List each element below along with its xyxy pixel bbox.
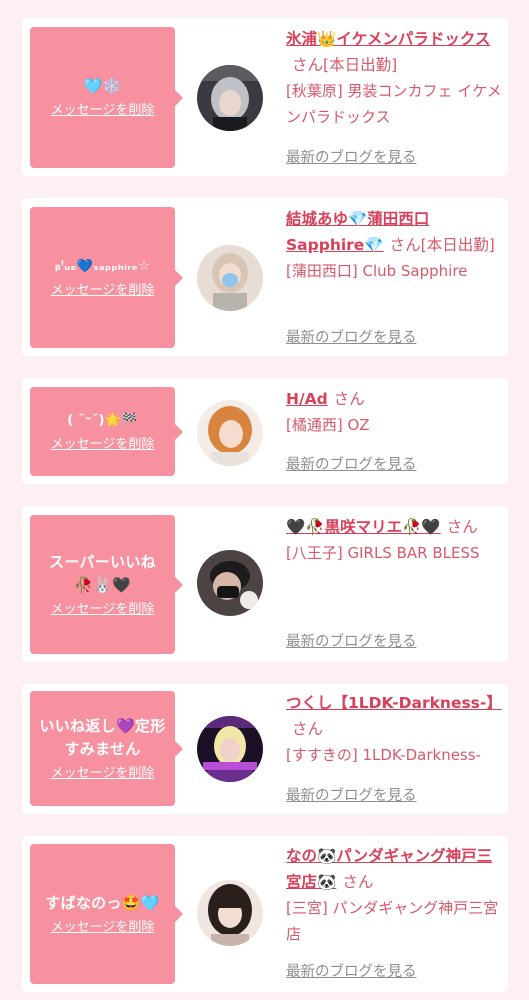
- cast-name-link[interactable]: つくし【1LDK-Darkness-】: [286, 694, 502, 712]
- avatar-silver-hair-icon: [197, 65, 263, 131]
- message-list: 🩵❄️ メッセージを削除 氷浦👑イケメンパラドックスさん[本日出勤] [秋葉原]…: [0, 0, 529, 1000]
- user-avatar[interactable]: [197, 880, 263, 946]
- honorific: さん: [342, 873, 374, 891]
- user-avatar[interactable]: [197, 65, 263, 131]
- shop-info: つくし【1LDK-Darkness-】さん [すすきの] 1LDK-Darkne…: [286, 690, 502, 768]
- honorific: さん: [292, 56, 324, 74]
- message-text: スーパーいいね🥀🐰🖤: [49, 552, 156, 594]
- honorific: さん: [446, 518, 478, 536]
- message-card: 🩵❄️ メッセージを削除 氷浦👑イケメンパラドックスさん[本日出勤] [秋葉原]…: [22, 18, 508, 176]
- latest-blog-link[interactable]: 最新のブログを見る: [286, 630, 417, 651]
- latest-blog-link[interactable]: 最新のブログを見る: [286, 960, 417, 981]
- honorific: さん: [333, 390, 365, 408]
- avatar-black-mask-icon: [197, 550, 263, 616]
- message-card: すばなのっ🤩🩵 メッセージを削除 なの🐼パンダギャング神戸三宮店🐼 さん [三宮]…: [22, 836, 508, 992]
- cast-name-link[interactable]: 氷浦👑イケメンパラドックス: [286, 30, 490, 48]
- latest-blog-link[interactable]: 最新のブログを見る: [286, 784, 417, 805]
- message-text: 🩵❄️: [83, 77, 122, 95]
- message-bubble: ( ˘ᵕ˘)🌟🏁 メッセージを削除: [30, 387, 183, 476]
- avatar-neon-icon: [197, 716, 263, 782]
- delete-message-link[interactable]: メッセージを削除: [51, 436, 155, 454]
- message-card: スーパーいいね🥀🐰🖤 メッセージを削除 🖤🥀黒咲マリエ🥀🖤 さん [八王子] GI…: [22, 506, 508, 662]
- latest-blog-link[interactable]: 最新のブログを見る: [286, 146, 417, 167]
- user-avatar[interactable]: [197, 245, 263, 311]
- avatar-blue-mask-icon: [197, 245, 263, 311]
- cast-name-link[interactable]: 🖤🥀黒咲マリエ🥀🖤: [286, 518, 441, 536]
- honorific: さん: [389, 236, 421, 254]
- shop-info: 🖤🥀黒咲マリエ🥀🖤 さん [八王子] GIRLS BAR BLESS: [286, 514, 502, 566]
- message-bubble: 🩵❄️ メッセージを削除: [30, 27, 183, 168]
- cast-name-link[interactable]: H/Ad: [286, 390, 328, 408]
- shop-location: [橘通西] OZ: [286, 416, 370, 434]
- user-avatar[interactable]: [197, 550, 263, 616]
- message-text: ᵦˡᵤₑ💙ₛₐₚₚₕᵢᵣₑ☆: [54, 259, 151, 274]
- message-card: ( ˘ᵕ˘)🌟🏁 メッセージを削除 H/Ad さん [橘通西] OZ 最新のブログ…: [22, 378, 508, 484]
- message-bubble: スーパーいいね🥀🐰🖤 メッセージを削除: [30, 515, 183, 654]
- user-avatar[interactable]: [197, 400, 263, 466]
- message-bubble: すばなのっ🤩🩵 メッセージを削除: [30, 844, 183, 984]
- delete-message-link[interactable]: メッセージを削除: [51, 765, 155, 783]
- message-bubble: ᵦˡᵤₑ💙ₛₐₚₚₕᵢᵣₑ☆ メッセージを削除: [30, 207, 183, 348]
- user-avatar[interactable]: [197, 716, 263, 782]
- honorific: さん: [292, 720, 324, 738]
- avatar-orange-hair-icon: [197, 400, 263, 466]
- cast-name-link[interactable]: なの🐼パンダギャング神戸三宮店🐼: [286, 847, 492, 891]
- delete-message-link[interactable]: メッセージを削除: [51, 282, 155, 300]
- work-status: [本日出勤]: [323, 56, 398, 74]
- message-bubble: いいね返し💜定形すみません メッセージを削除: [30, 691, 183, 806]
- message-text: すばなのっ🤩🩵: [45, 893, 160, 912]
- delete-message-link[interactable]: メッセージを削除: [51, 102, 155, 120]
- delete-message-link[interactable]: メッセージを削除: [51, 919, 155, 937]
- shop-info: なの🐼パンダギャング神戸三宮店🐼 さん [三宮] パンダギャング神戸三宮店: [286, 843, 502, 947]
- shop-location: [三宮] パンダギャング神戸三宮店: [286, 899, 499, 943]
- shop-info: 結城あゆ💎蒲田西口Sapphire💎 さん[本日出勤] [蒲田西口] Club S…: [286, 206, 502, 284]
- shop-location: [秋葉原] 男装コンカフェ イケメンパラドックス: [286, 82, 502, 126]
- shop-location: [蒲田西口] Club Sapphire: [286, 262, 468, 280]
- message-card: いいね返し💜定形すみません メッセージを削除 つくし【1LDK-Darkness…: [22, 684, 508, 814]
- work-status: [本日出勤]: [420, 236, 495, 254]
- delete-message-link[interactable]: メッセージを削除: [51, 601, 155, 619]
- shop-info: H/Ad さん [橘通西] OZ: [286, 386, 502, 438]
- avatar-dark-hair-icon: [197, 880, 263, 946]
- shop-location: [八王子] GIRLS BAR BLESS: [286, 544, 480, 562]
- shop-location: [すすきの] 1LDK-Darkness-: [286, 746, 481, 764]
- shop-info: 氷浦👑イケメンパラドックスさん[本日出勤] [秋葉原] 男装コンカフェ イケメン…: [286, 26, 502, 130]
- latest-blog-link[interactable]: 最新のブログを見る: [286, 453, 417, 474]
- message-card: ᵦˡᵤₑ💙ₛₐₚₚₕᵢᵣₑ☆ メッセージを削除 結城あゆ💎蒲田西口Sapphir…: [22, 198, 508, 356]
- message-text: いいね返し💜定形すみません: [39, 716, 166, 758]
- latest-blog-link[interactable]: 最新のブログを見る: [286, 326, 417, 347]
- message-text: ( ˘ᵕ˘)🌟🏁: [67, 413, 138, 428]
